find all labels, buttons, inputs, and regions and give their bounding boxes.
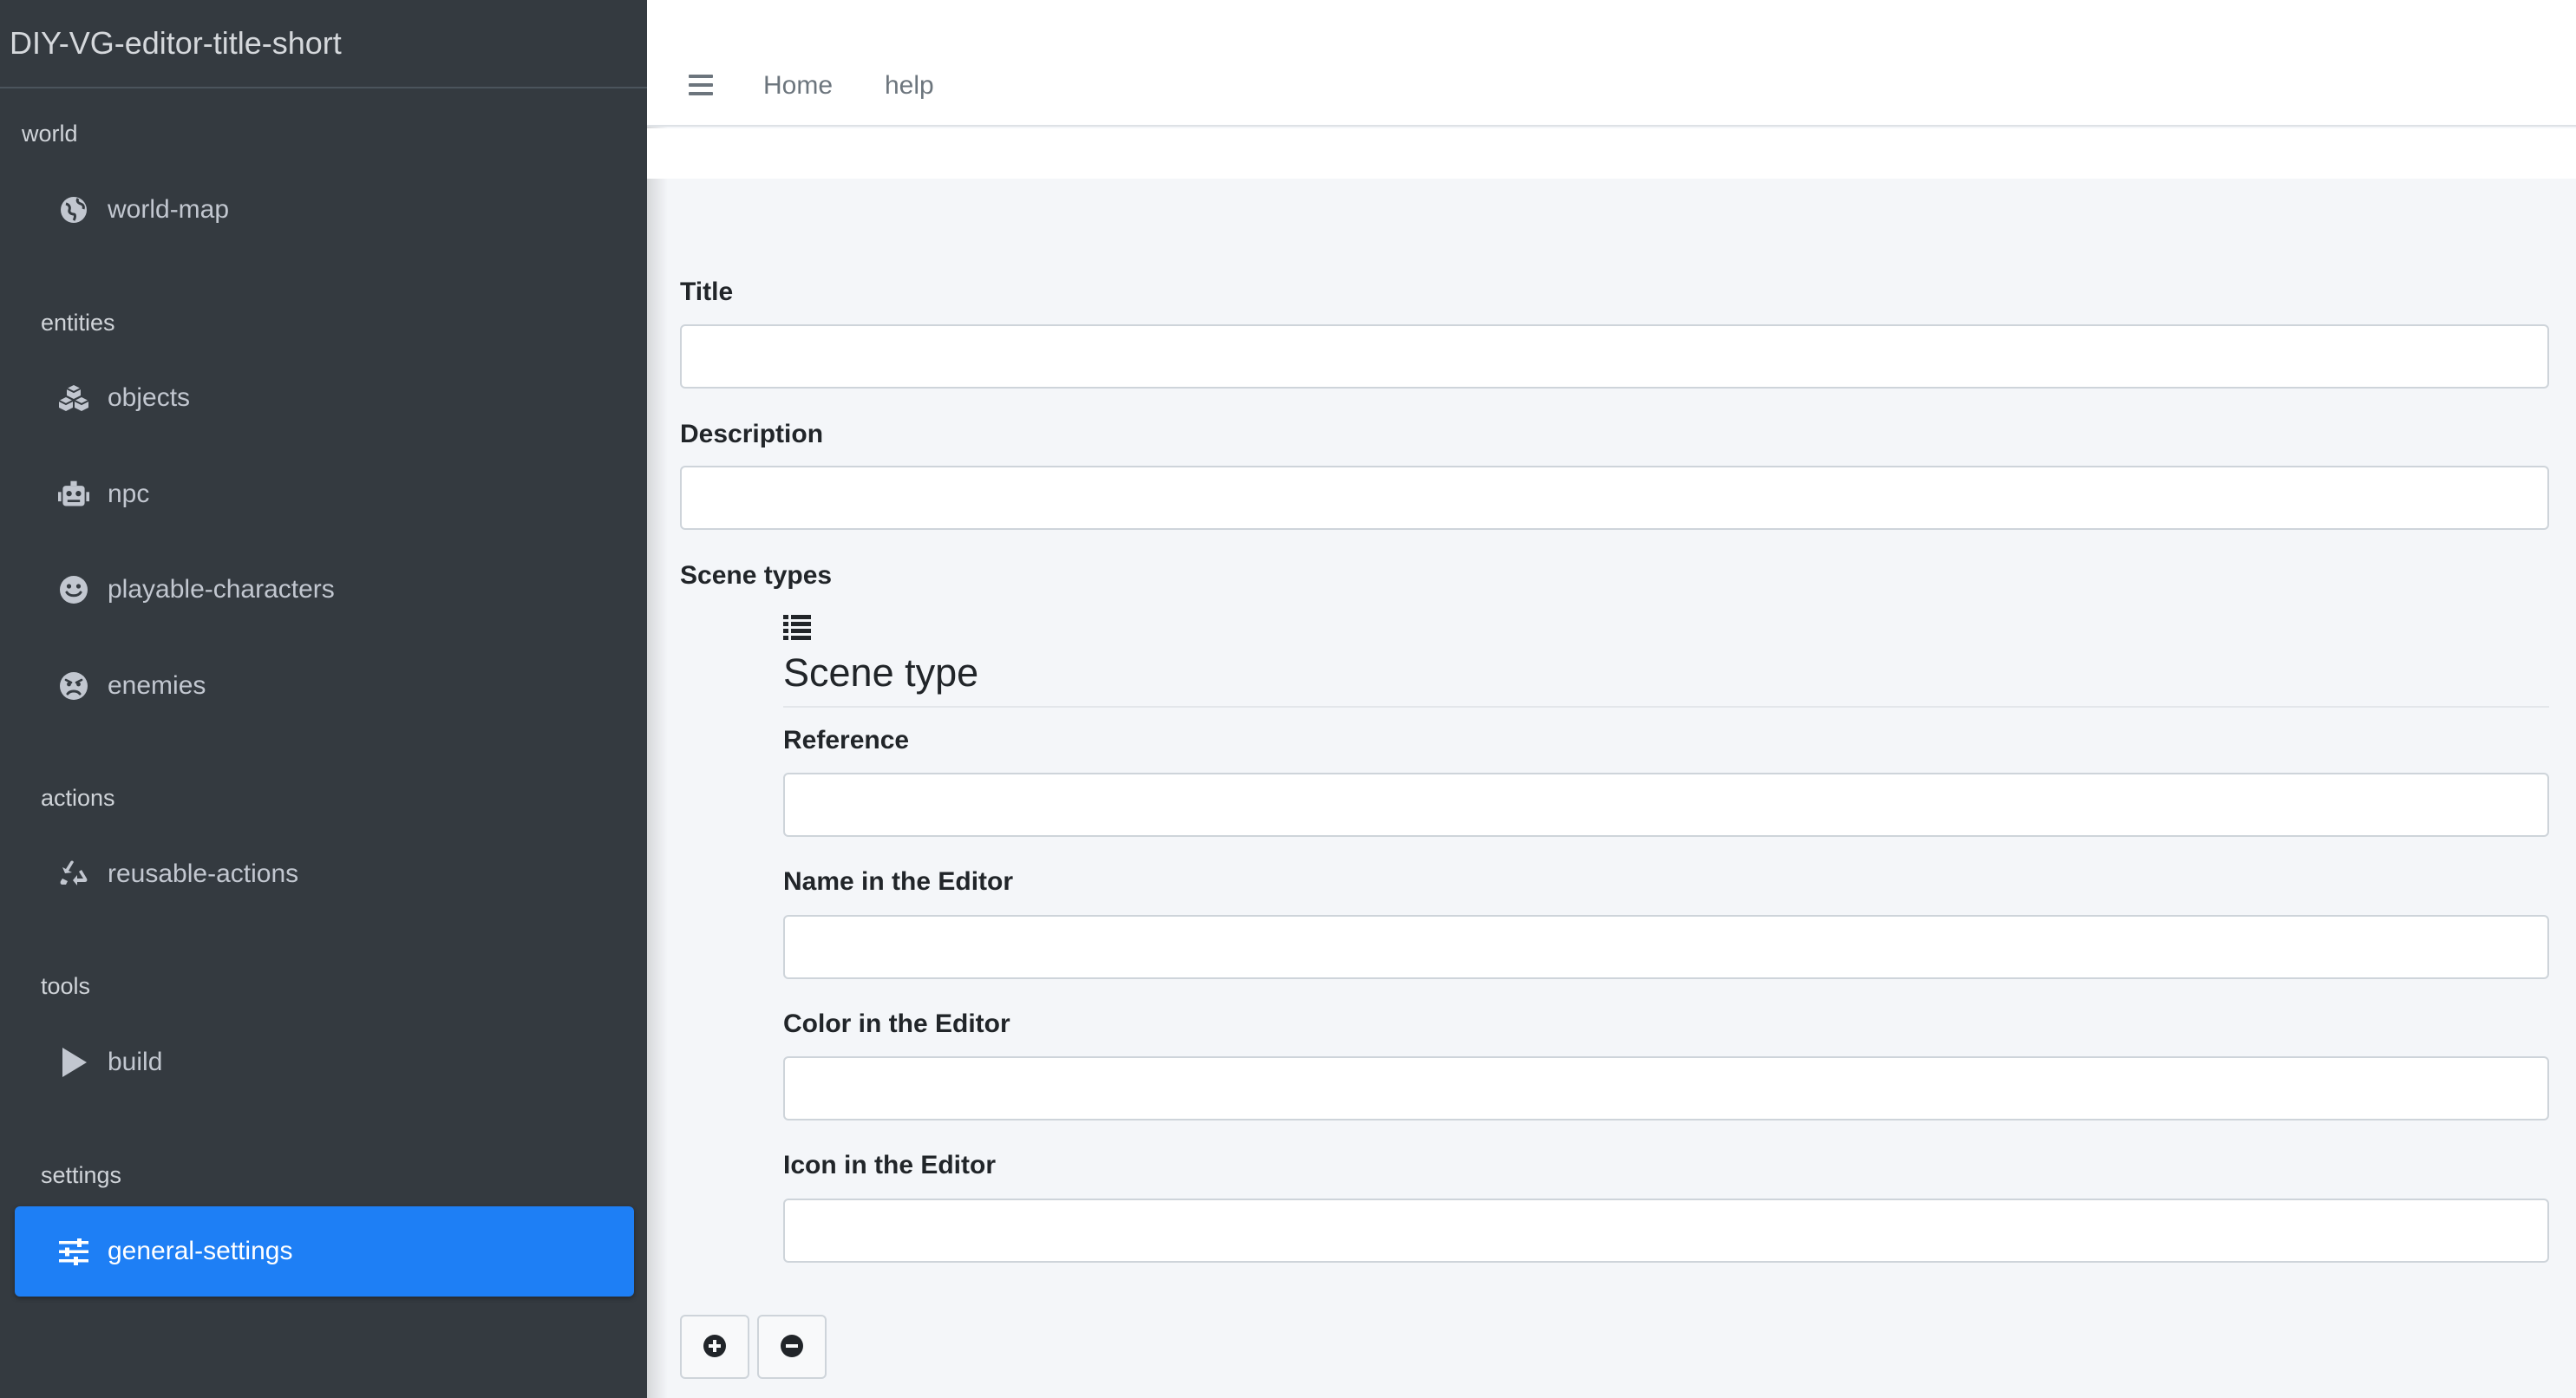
sidebar-item-label: enemies [108,671,206,700]
sidebar-item-label: objects [108,383,191,412]
name-in-editor-input[interactable] [783,915,2549,979]
title-input[interactable] [680,324,2549,389]
reference-input[interactable] [783,773,2549,837]
color-in-editor-input[interactable] [783,1056,2549,1120]
icon-in-editor-input[interactable] [783,1199,2549,1263]
sidebar: DIY-VG-editor-title-short world world-ma… [0,0,647,1398]
sidebar-item-npc[interactable]: npc [15,449,634,539]
sidebar-item-label: build [108,1048,163,1076]
globe-icon [58,194,89,225]
title-label: Title [680,278,734,306]
sidebar-item-label: general-settings [108,1237,293,1265]
remove-scene-type-button[interactable] [757,1315,827,1379]
divider [783,706,2549,708]
minus-circle-icon [780,1334,804,1361]
sidebar-shadow [647,0,668,1398]
brand-title[interactable]: DIY-VG-editor-title-short [0,0,647,88]
sidebar-item-reusable-actions[interactable]: reusable-actions [15,829,634,919]
description-label: Description [680,420,824,448]
nav-header-actions: actions [41,785,115,811]
content-header [647,128,2576,179]
scene-type-heading: Scene type [783,650,979,695]
hamburger-icon[interactable] [687,71,715,99]
sidebar-item-enemies[interactable]: enemies [15,641,634,731]
nav-link-help[interactable]: help [885,71,934,101]
sidebar-item-label: world-map [108,195,230,224]
cubes-icon [58,382,89,414]
nav-header-entities: entities [41,310,115,336]
nav-header-tools: tools [41,973,91,999]
icon-in-editor-label: Icon in the Editor [783,1151,996,1179]
smile-icon [58,574,89,605]
plus-circle-icon [703,1334,727,1361]
list-icon [783,614,811,644]
nav-header-settings: settings [41,1162,122,1188]
nav-header-world: world [22,121,78,147]
angry-face-icon [58,670,89,702]
recycle-icon [58,859,89,890]
sliders-icon [58,1236,89,1267]
nav-link-home[interactable]: Home [763,71,833,101]
sidebar-item-label: reusable-actions [108,859,299,888]
play-icon [58,1047,89,1078]
sidebar-item-label: playable-characters [108,575,335,604]
sidebar-item-objects[interactable]: objects [15,353,634,443]
name-in-editor-label: Name in the Editor [783,867,1014,896]
sidebar-item-world-map[interactable]: world-map [15,165,634,255]
sidebar-item-label: npc [108,480,150,508]
robot-icon [58,479,89,510]
sidebar-item-playable-characters[interactable]: playable-characters [15,545,634,635]
add-scene-type-button[interactable] [680,1315,749,1379]
sidebar-item-build[interactable]: build [15,1017,634,1107]
scene-types-label: Scene types [680,561,833,590]
top-navbar: Home help [647,0,2576,127]
description-input[interactable] [680,466,2549,530]
color-in-editor-label: Color in the Editor [783,1009,1010,1038]
sidebar-item-general-settings[interactable]: general-settings [15,1206,634,1297]
reference-label: Reference [783,726,910,755]
